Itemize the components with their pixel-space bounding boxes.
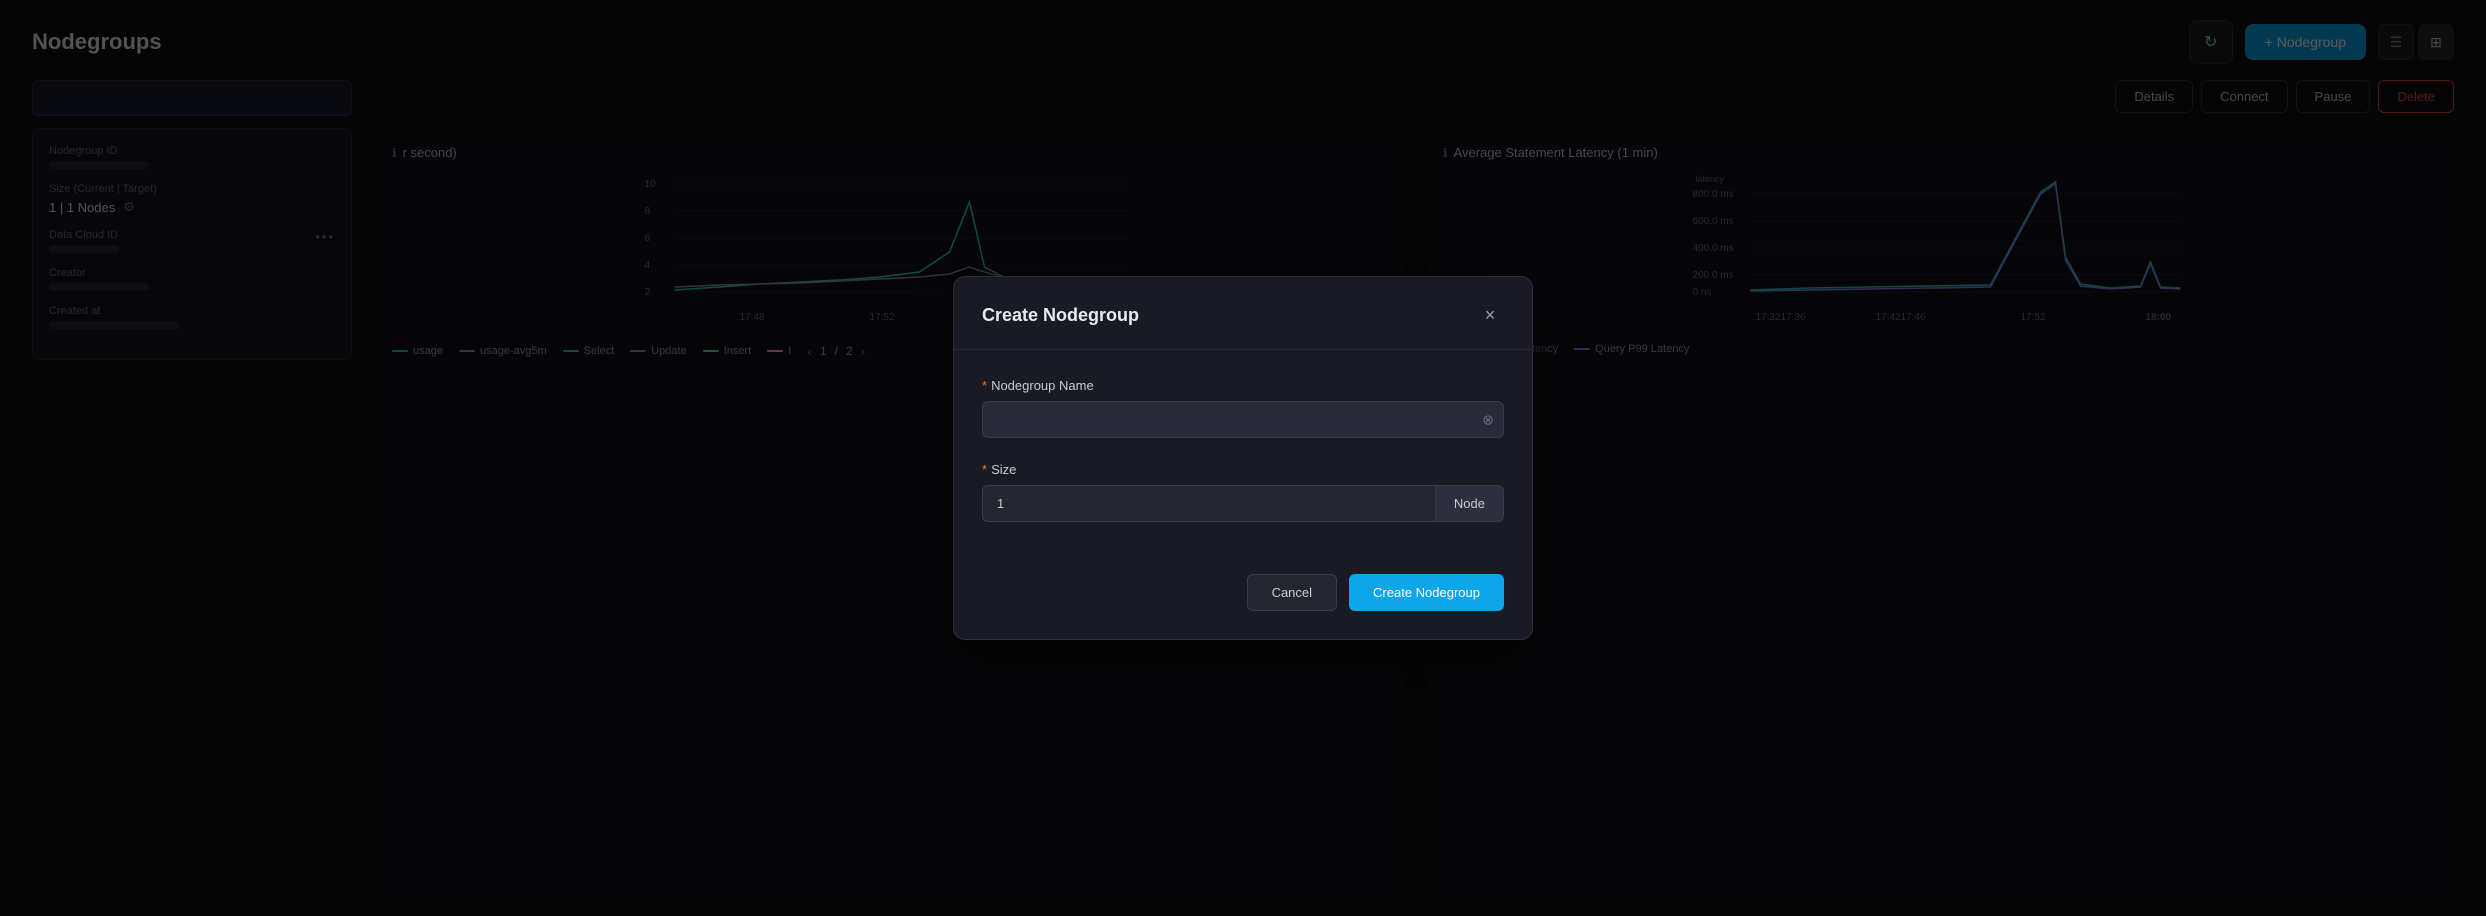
required-star-size: * [982,462,987,477]
nodegroup-name-field: * Nodegroup Name ⊗ [982,378,1504,438]
size-label: * Size [982,462,1504,477]
modal-header: Create Nodegroup × [954,277,1532,350]
modal-backdrop[interactable]: Create Nodegroup × * Nodegroup Name ⊗ * … [0,0,2486,916]
nodegroup-name-wrapper: ⊗ [982,401,1504,438]
input-clear-icon[interactable]: ⊗ [1482,411,1494,428]
create-nodegroup-modal: Create Nodegroup × * Nodegroup Name ⊗ * … [953,276,1533,640]
size-unit: Node [1435,485,1504,522]
modal-close-button[interactable]: × [1476,301,1504,329]
required-star-name: * [982,378,987,393]
cancel-button[interactable]: Cancel [1247,574,1337,611]
size-field: * Size Node [982,462,1504,522]
nodegroup-name-label: * Nodegroup Name [982,378,1504,393]
modal-footer: Cancel Create Nodegroup [954,574,1532,639]
modal-body: * Nodegroup Name ⊗ * Size Node [954,350,1532,574]
size-input[interactable] [982,485,1435,522]
size-row: Node [982,485,1504,522]
nodegroup-name-input[interactable] [982,401,1504,438]
create-nodegroup-button[interactable]: Create Nodegroup [1349,574,1504,611]
modal-title: Create Nodegroup [982,305,1139,326]
